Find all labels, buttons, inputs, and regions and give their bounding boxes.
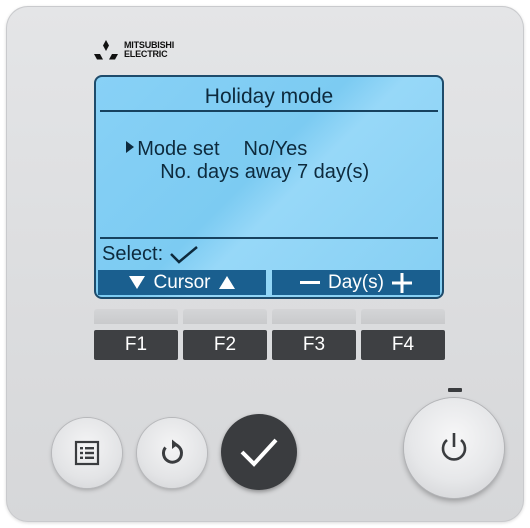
- function-bar-cursor: Cursor: [98, 270, 266, 295]
- days-label: Day(s): [328, 271, 384, 293]
- menu-row-days-away[interactable]: No. days away 7 day(s): [138, 138, 369, 207]
- f2-key-top: [183, 309, 267, 324]
- select-hint: Select:: [102, 243, 199, 266]
- screen-title: Holiday mode: [204, 85, 334, 108]
- check-icon: [170, 245, 198, 264]
- function-bar-days: Day(s): [272, 270, 440, 295]
- power-button[interactable]: [404, 398, 504, 498]
- f3-button[interactable]: F3: [272, 330, 356, 360]
- cursor-down-icon: [129, 276, 146, 289]
- days-away-label: No. days away: [160, 161, 292, 183]
- menu-icon: [74, 440, 100, 466]
- lcd-screen: Holiday mode Mode set No/Yes No. days awa…: [94, 75, 444, 299]
- confirm-button[interactable]: [221, 414, 297, 490]
- footer-divider: [100, 237, 438, 239]
- title-divider: [100, 110, 438, 112]
- mitsubishi-logo-icon: [94, 40, 118, 60]
- minus-icon: [300, 280, 321, 284]
- f3-key-top: [272, 309, 356, 324]
- f2-button[interactable]: F2: [183, 330, 267, 360]
- cursor-up-icon: [218, 276, 235, 289]
- f1-button[interactable]: F1: [94, 330, 178, 360]
- power-indicator-led: [448, 388, 462, 392]
- cursor-label: Cursor: [153, 271, 211, 293]
- menu-button[interactable]: [52, 418, 122, 488]
- return-icon: [162, 439, 183, 464]
- brand-name-line2: ELECTRIC: [124, 49, 168, 59]
- brand-logo: MITSUBISHI ELECTRIC: [94, 40, 174, 60]
- days-away-value: 7 day(s): [296, 161, 370, 183]
- f4-button[interactable]: F4: [361, 330, 445, 360]
- cursor-arrow-icon: [126, 141, 135, 153]
- power-icon: [441, 433, 467, 461]
- f1-key-top: [94, 309, 178, 324]
- plus-icon: [391, 272, 412, 293]
- f4-key-top: [361, 309, 445, 324]
- return-button[interactable]: [137, 418, 207, 488]
- check-icon: [240, 438, 278, 467]
- select-label: Select:: [102, 243, 164, 265]
